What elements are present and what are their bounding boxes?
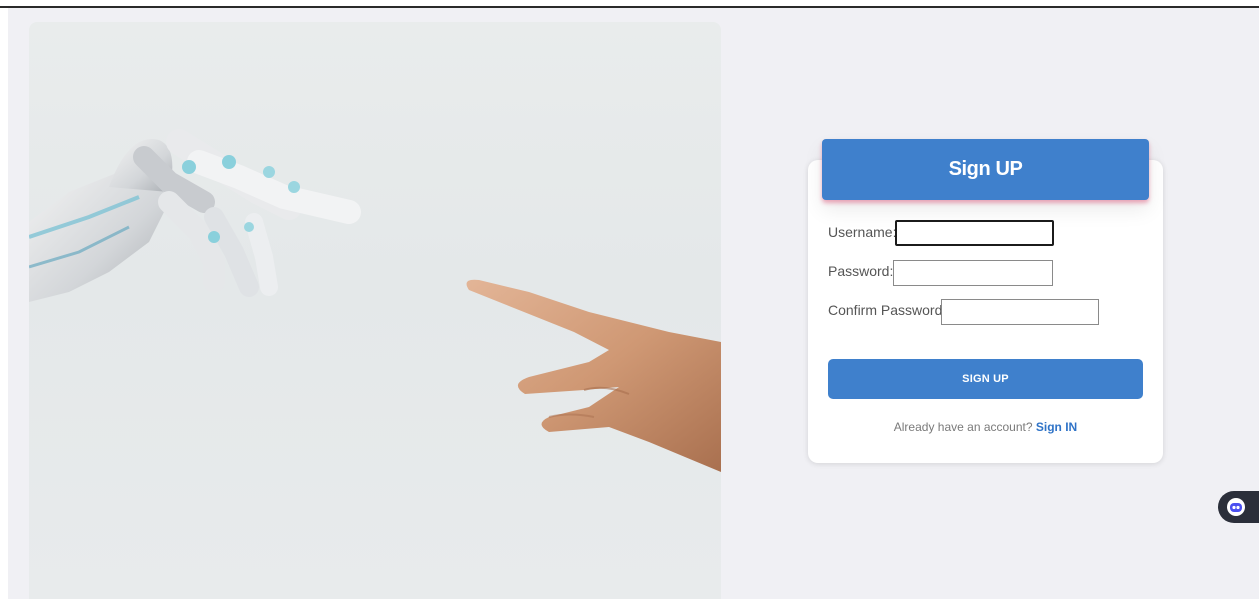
signup-button[interactable]: SIGN UP <box>828 359 1143 399</box>
password-label: Password: <box>828 263 894 279</box>
hands-illustration <box>29 129 721 472</box>
left-margin <box>0 8 8 599</box>
username-label: Username: <box>828 224 897 240</box>
signup-title: Sign UP <box>948 158 1023 180</box>
confirm-password-label: Confirm Password: <box>828 302 947 318</box>
top-border <box>0 0 1259 8</box>
hero-image <box>29 22 721 599</box>
human-hand <box>466 279 721 472</box>
username-input[interactable] <box>895 220 1054 246</box>
signup-card-header: Sign UP <box>822 139 1149 200</box>
robot-hand <box>29 129 361 302</box>
confirm-password-input[interactable] <box>941 299 1099 325</box>
signin-link[interactable]: Sign IN <box>1036 420 1077 434</box>
signin-prompt: Already have an account? Sign IN <box>808 420 1163 434</box>
assistant-robot-icon <box>1227 498 1245 516</box>
assistant-widget-button[interactable] <box>1218 491 1259 523</box>
signin-prompt-text: Already have an account? <box>893 420 1033 434</box>
password-input[interactable] <box>893 260 1053 286</box>
